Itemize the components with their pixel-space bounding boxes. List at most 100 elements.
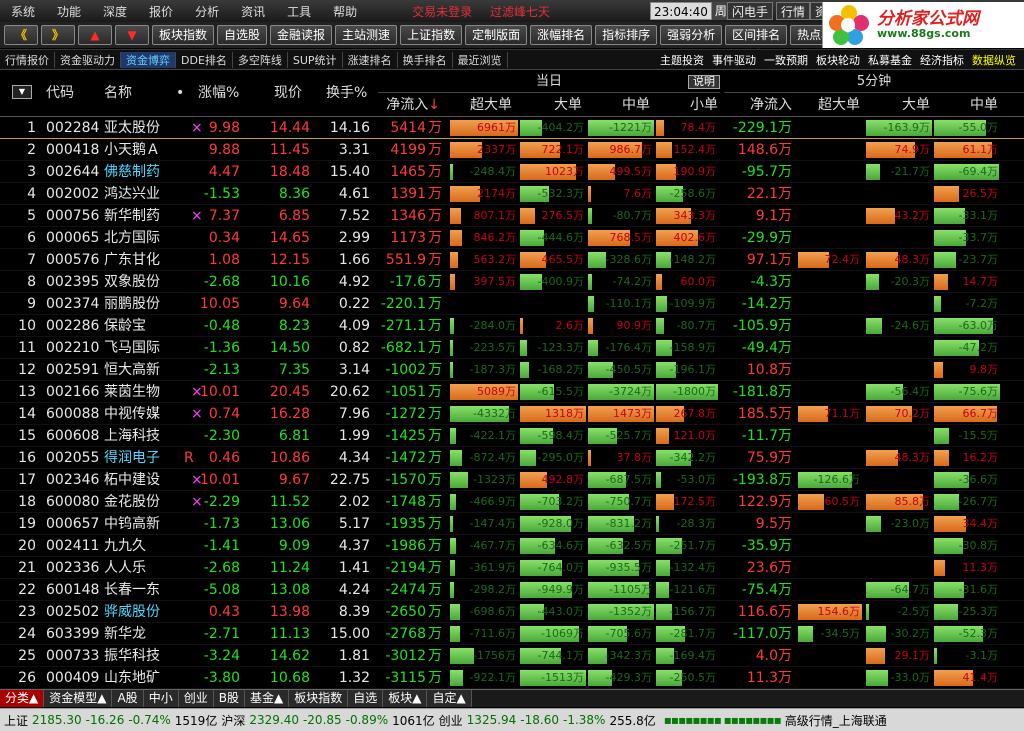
table-row[interactable]: 17 002346 柘中建设 × 10.01 9.67 22.75 -1570 万 -193.8 万… (0, 469, 1024, 491)
toolbar-button-3[interactable]: 主站测速 (335, 25, 398, 45)
menu-item-7[interactable]: 帮助 (322, 3, 368, 20)
table-row[interactable]: 9 002374 丽鹏股份 10.05 9.64 0.22 -220.1 万 -14.2 万 -11… (0, 293, 1024, 315)
menu-item-3[interactable]: 报价 (138, 3, 184, 20)
table-row[interactable]: 25 000733 振华科技 -3.24 14.62 1.81 -3012 万 4.0 万 -175… (0, 645, 1024, 667)
next-page-button[interactable]: 》 (41, 25, 75, 45)
toolbar-button-7[interactable]: 指标排序 (595, 25, 658, 45)
filter-notice[interactable]: 过滤峰七天 (490, 5, 550, 19)
down-button[interactable]: ▼ (115, 25, 149, 45)
table-row[interactable]: 23 002502 骅威股份 0.43 13.98 8.39 -2650 万 116.6 万 -69… (0, 601, 1024, 623)
table-row[interactable]: 2 000418 小天鹅Ａ 9.88 11.45 3.31 4199 万 148.6 万 2337万… (0, 139, 1024, 161)
table-row[interactable]: 18 600080 金花股份 × -2.29 11.52 2.02 -1748 万 122.9 万 -… (0, 491, 1024, 513)
col-super[interactable]: 超大单 (450, 94, 512, 116)
toolbar-button-6[interactable]: 涨幅排名 (530, 25, 593, 45)
feature-tab-3[interactable]: 板块轮动 (812, 52, 864, 68)
col-small[interactable]: 小单 (656, 94, 718, 116)
quote-button[interactable]: 行情 (776, 2, 811, 20)
table-row[interactable]: 6 000065 北方国际 0.34 14.65 2.99 1173 万 -29.9 万 846.2… (0, 227, 1024, 249)
tab-5[interactable]: SUP统计 (288, 51, 343, 68)
sort-menu-icon[interactable]: ▼ (12, 85, 32, 99)
net-inflow-5min-unit: 万 (778, 626, 792, 642)
table-row[interactable]: 24 603399 新华龙 -2.71 11.13 15.00 -2768 万 -117.0 万 -… (0, 623, 1024, 645)
feature-tab-2[interactable]: 一致预期 (760, 52, 812, 68)
table-row[interactable]: 12 002591 恒大高新 -2.13 7.35 3.14 -1002 万 10.8 万 -187… (0, 359, 1024, 381)
col-mid[interactable]: 中单 (588, 94, 650, 116)
feature-tab-6[interactable]: 数据纵览 (968, 52, 1020, 68)
toolbar-button-1[interactable]: 自选股 (217, 25, 268, 45)
feature-tab-1[interactable]: 事件驱动 (708, 52, 760, 68)
tab-3[interactable]: DDE排名 (176, 51, 233, 68)
table-row[interactable]: 16 002055 得润电子 R 0.46 10.86 4.34 -1472 万 75.9 万 -87… (0, 447, 1024, 469)
bottom-tab-10[interactable]: 自定▲ (427, 690, 472, 707)
table-row[interactable]: 14 600088 中视传媒 × 0.74 16.28 7.96 -1272 万 185.5 万 -4… (0, 403, 1024, 425)
col-net[interactable]: 净流入↓ (378, 94, 440, 116)
bottom-tab-2[interactable]: A股 (112, 690, 144, 707)
toolbar-button-5[interactable]: 定制版面 (465, 25, 528, 45)
bottom-tab-6[interactable]: 基金▲ (244, 690, 290, 707)
feature-tab-4[interactable]: 私募基金 (864, 52, 916, 68)
table-row[interactable]: 7 000576 广东甘化 1.08 12.15 1.66 551.9 万 97.1 万 563.2… (0, 249, 1024, 271)
menu-item-4[interactable]: 分析 (184, 3, 230, 20)
toolbar-button-9[interactable]: 区间排名 (725, 25, 788, 45)
table-row[interactable]: 19 000657 中钨高新 -1.73 13.06 5.17 -1935 万 9.5 万 -147… (0, 513, 1024, 535)
table-row[interactable]: 21 002336 人人乐 -2.68 11.24 1.41 -2194 万 23.6 万 -361… (0, 557, 1024, 579)
table-row[interactable]: 15 600608 上海科技 -2.30 6.81 1.99 -1425 万 -11.7 万 -42… (0, 425, 1024, 447)
col-name[interactable]: 名称 (104, 81, 132, 105)
col-code[interactable]: 代码 (46, 81, 74, 105)
bottom-tab-9[interactable]: 板块▲ (383, 690, 428, 707)
table-row[interactable]: 4 002002 鸿达兴业 -1.53 8.36 4.61 1391 万 22.1 万 2174万 -… (0, 183, 1024, 205)
col-net5[interactable]: 净流入 (724, 94, 792, 116)
table-row[interactable]: 1 002284 亚太股份 × 9.98 14.44 14.16 5414 万 -229.1 万 69… (0, 117, 1024, 139)
toolbar-button-2[interactable]: 金融读报 (270, 25, 333, 45)
table-row[interactable]: 20 002411 九九久 -1.41 9.09 4.37 -1986 万 -35.9 万 -467… (0, 535, 1024, 557)
col-super5[interactable]: 超大单 (796, 94, 860, 116)
toolbar-button-8[interactable]: 强弱分析 (660, 25, 723, 45)
toolbar-button-4[interactable]: 上证指数 (400, 25, 463, 45)
feed-name[interactable]: 高级行情_上海联通 (785, 712, 887, 729)
col-change[interactable]: 涨幅% (198, 81, 239, 105)
flash-trade-button[interactable]: 闪电手 (727, 2, 774, 20)
feature-tab-0[interactable]: 主题投资 (656, 52, 708, 68)
menu-item-1[interactable]: 功能 (46, 3, 92, 20)
tab-6[interactable]: 涨速排名 (343, 51, 398, 68)
bottom-tab-7[interactable]: 板块指数 (289, 690, 349, 707)
table-row[interactable]: 3 002644 佛慈制药 4.47 18.48 15.40 1465 万 -95.7 万 -248… (0, 161, 1024, 183)
col-big5[interactable]: 大单 (866, 94, 930, 116)
tab-4[interactable]: 多空阵线 (233, 51, 288, 68)
net-inflow-unit: 万 (428, 450, 442, 466)
bottom-tab-8[interactable]: 自选 (348, 690, 384, 707)
bottom-tab-3[interactable]: 中小 (143, 690, 179, 707)
bottom-tab-4[interactable]: 创业 (178, 690, 214, 707)
col-turnover[interactable]: 换手% (326, 81, 367, 105)
menu-item-0[interactable]: 系统 (0, 3, 46, 20)
tab-7[interactable]: 换手排名 (398, 51, 453, 68)
prev-page-button[interactable]: 《 (4, 25, 38, 45)
bottom-tab-5[interactable]: B股 (213, 690, 245, 707)
tab-2[interactable]: 资金博弈 (121, 51, 176, 68)
feature-tab-5[interactable]: 经济指标 (916, 52, 968, 68)
up-button[interactable]: ▲ (78, 25, 112, 45)
bottom-tab-0[interactable]: 分类▲ (0, 690, 45, 707)
table-row[interactable]: 10 002286 保龄宝 -0.48 8.23 4.09 -271.1 万 -105.9 万 -2… (0, 315, 1024, 337)
menu-item-5[interactable]: 资讯 (230, 3, 276, 20)
menu-item-2[interactable]: 深度 (92, 3, 138, 20)
tab-0[interactable]: 行情报价 (0, 51, 55, 68)
tab-8[interactable]: 最近浏览 (453, 51, 508, 68)
trade-login-notice[interactable]: 交易未登录 (412, 5, 472, 19)
net-inflow-5min-unit: 万 (778, 230, 792, 246)
tab-1[interactable]: 资金驱动力 (55, 51, 121, 68)
col-big[interactable]: 大单 (520, 94, 582, 116)
bottom-tab-1[interactable]: 资金模型▲ (44, 690, 113, 707)
table-row[interactable]: 5 000756 新华制药 × 7.37 6.85 7.52 1346 万 9.1 万 807.1万 2… (0, 205, 1024, 227)
toolbar-button-0[interactable]: 板块指数 (152, 25, 215, 45)
explain-button[interactable]: 说明 (688, 75, 720, 89)
table-row[interactable]: 11 002210 飞马国际 -1.36 14.50 0.82 -682.1 万 -49.4 万 -… (0, 337, 1024, 359)
flow-value-mid5: -63.0万 (958, 319, 998, 332)
table-row[interactable]: 26 000409 山东地矿 -3.80 10.68 1.32 -3115 万 11.3 万 -92… (0, 667, 1024, 689)
table-row[interactable]: 8 002395 双象股份 -2.68 10.16 4.92 -17.6 万 -4.3 万 397.… (0, 271, 1024, 293)
col-mid5[interactable]: 中单 (934, 94, 998, 116)
menu-item-6[interactable]: 工具 (276, 3, 322, 20)
table-row[interactable]: 13 002166 莱茵生物 × 10.01 20.45 20.62 -1051 万 -181.8… (0, 381, 1024, 403)
col-price[interactable]: 现价 (274, 81, 302, 105)
table-row[interactable]: 22 600148 长春一东 -5.08 13.08 4.24 -2474 万 -75.4 万 -2… (0, 579, 1024, 601)
